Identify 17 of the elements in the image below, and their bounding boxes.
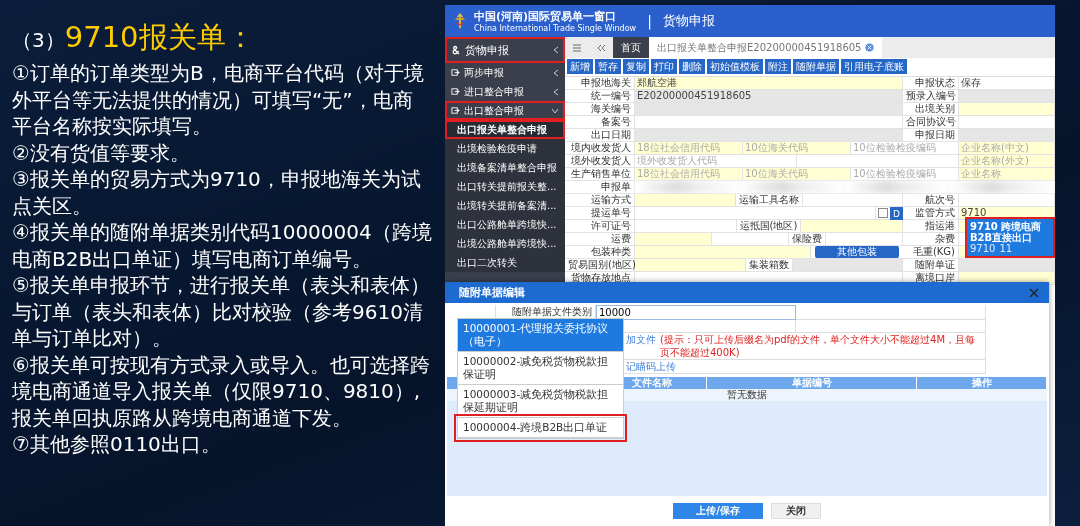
slide-point: ①订单的订单类型为B，电商平台代码（对于境外平台等无法提供的情况）可填写“无”，电商平台名称按实际填写。 [12, 60, 425, 140]
slide-point: ⑤报关单申报环节，进行报关单（表头和表体）与订单（表头和表体）比对校验（参考9610清单与订单比对）。 [12, 272, 431, 352]
portal-title: 中国(河南)国际贸易单一窗口 [474, 9, 618, 24]
slide-point: ④报关单的随附单据类别代码10000004（跨境电商B2B出口单证）填写电商订单编号。 [12, 219, 432, 272]
modal-title: 随附单据编辑 [459, 285, 525, 300]
form-label: 运输工具名称 [735, 194, 803, 206]
module-title: 货物申报 [662, 12, 715, 30]
slide-point: ⑦其他参照0110出口。 [12, 431, 222, 458]
slide-point: ②没有货值等要求。 [12, 139, 191, 166]
header-separator: | [647, 13, 652, 29]
slide-title-prefix: （3） [12, 27, 65, 54]
slide-title: 9710报关单： [64, 19, 255, 56]
slide-point: ③报关单的贸易方式为9710，申报地海关为试点关区。 [12, 166, 422, 219]
portal-subtitle: China International Trade Single Window [474, 24, 637, 33]
upload-hint: (提示：只可上传后缀名为pdf的文件，单个文件大小不能超过4M，且每页不能超过400K) [660, 333, 977, 359]
slide-point: ⑥报关单可按现有方式录入或导入。也可选择跨境电商通道导入报关单（仅限9710、9810）,报关单回执原路从跨境电商通道下发。 [12, 351, 431, 431]
form-label: 集装箱数 [745, 259, 793, 271]
